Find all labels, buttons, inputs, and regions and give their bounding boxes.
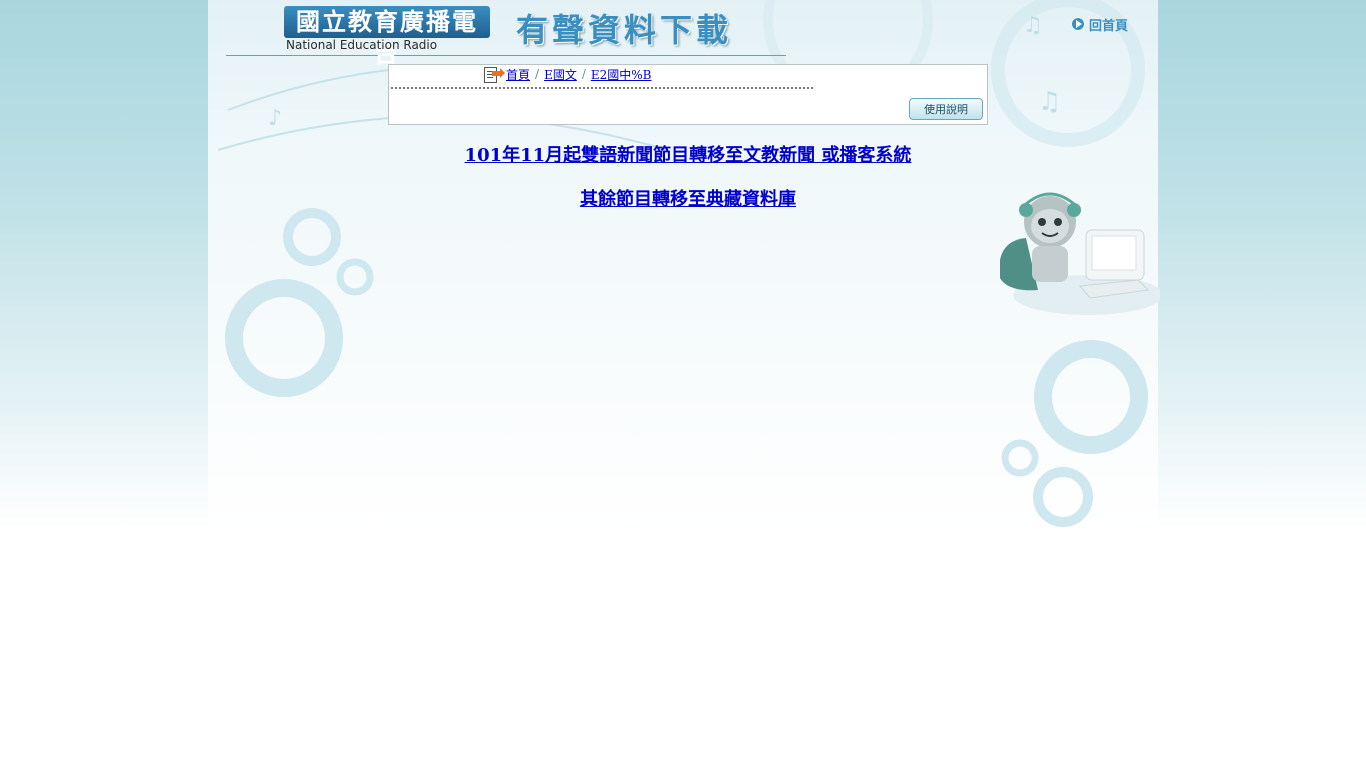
breadcrumb-separator: / (535, 67, 540, 81)
notice-bilingual-news: 101年11月起雙語新聞節目轉移至文教新聞 或播客系統 (388, 145, 988, 167)
notice-link-bilingual-news[interactable]: 101年11月起雙語新聞節目轉移至文教新聞 或播客系統 (465, 145, 912, 166)
breadcrumb-chinese[interactable]: E國文 (544, 66, 577, 83)
document-arrow-icon (483, 66, 505, 83)
header-divider (226, 55, 786, 56)
notice-archive: 其餘節目轉移至典藏資料庫 (388, 189, 988, 211)
breadcrumb-home[interactable]: 首頁 (506, 66, 530, 83)
home-arrow-icon (1071, 17, 1085, 31)
logo-title: 國立教育廣播電台 (284, 6, 490, 68)
breadcrumb: 首頁 / E國文 / E2國中%B (483, 65, 652, 83)
help-button[interactable]: 使用說明 (909, 98, 983, 120)
breadcrumb-junior-high[interactable]: E2國中%B (591, 66, 652, 83)
page-title: 有聲資料下載 (516, 11, 733, 49)
breadcrumb-separator: / (581, 67, 586, 81)
notice-link-archive[interactable]: 其餘節目轉移至典藏資料庫 (580, 189, 796, 210)
station-logo: 國立教育廣播電台 National Education Radio (284, 6, 490, 68)
home-link-label: 回首頁 (1089, 18, 1129, 34)
home-link[interactable]: 回首頁 (1071, 15, 1129, 34)
navigation-box: 首頁 / E國文 / E2國中%B 使用說明 (388, 64, 988, 125)
logo-subtitle: National Education Radio (286, 38, 438, 52)
mascot-illustration (1000, 192, 1160, 315)
dotted-divider (391, 87, 813, 89)
